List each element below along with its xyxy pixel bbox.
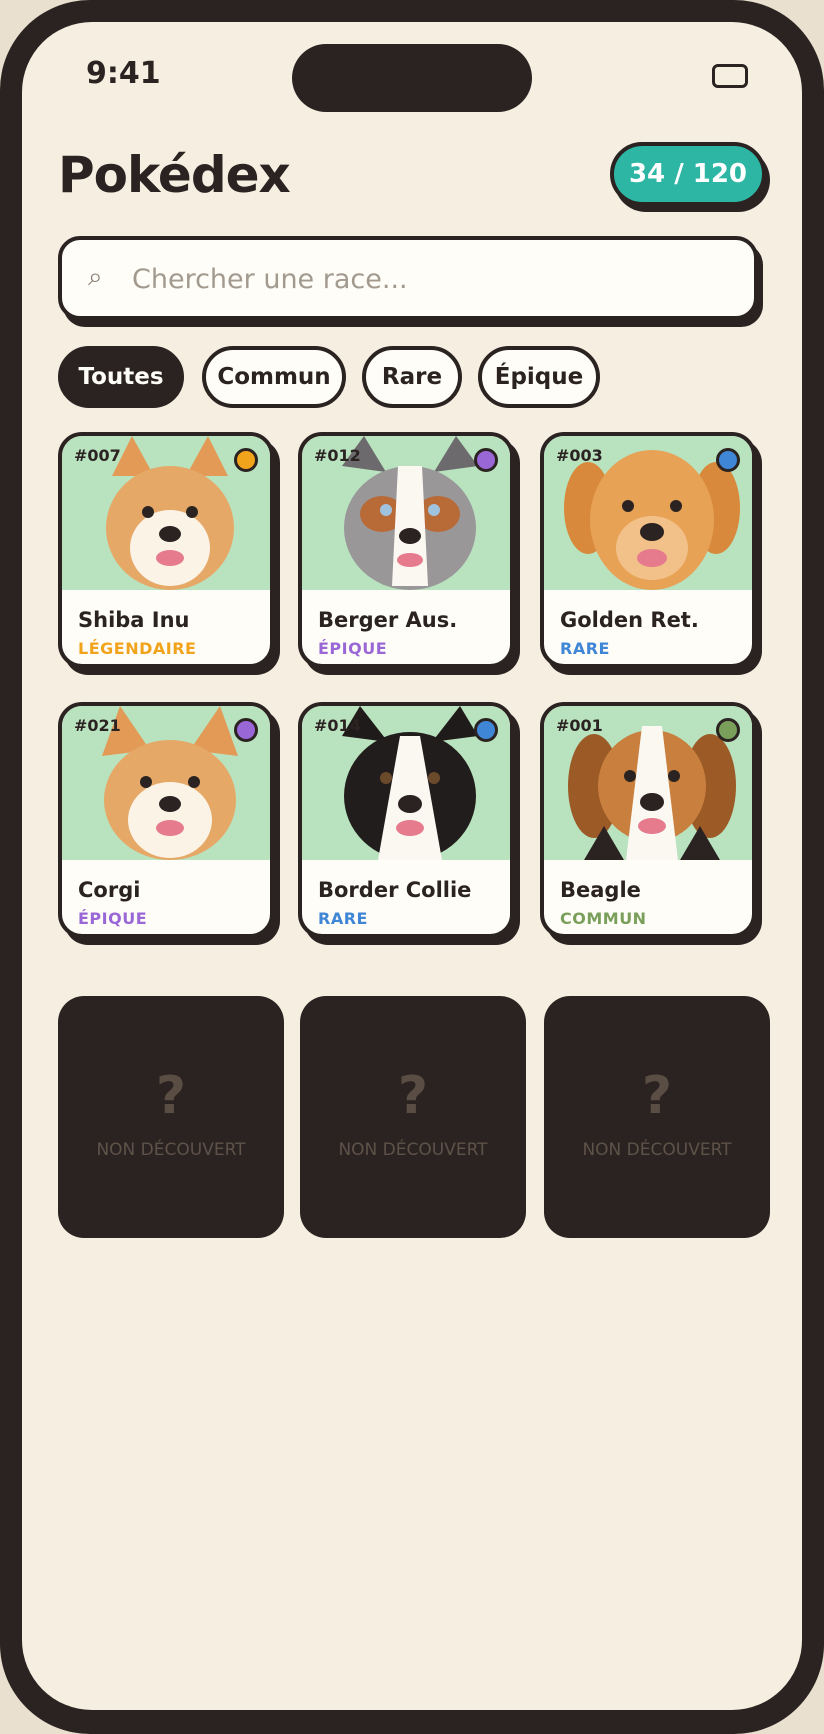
filter-chip-epique[interactable]: Épique — [478, 346, 600, 408]
dog-card[interactable]: #003 Golden Ret. RARE — [540, 432, 756, 668]
locked-card[interactable]: ? NON DÉCOUVERT — [300, 996, 526, 1238]
rarity-dot — [474, 448, 498, 472]
rarity-dot — [716, 448, 740, 472]
locked-label: NON DÉCOUVERT — [338, 1140, 488, 1160]
rarity-label: ÉPIQUE — [78, 909, 148, 928]
question-mark-icon: ? — [155, 1066, 187, 1126]
locked-card[interactable]: ? NON DÉCOUVERT — [544, 996, 770, 1238]
dog-number: #014 — [314, 716, 361, 735]
rarity-dot — [716, 718, 740, 742]
phone-frame: 9:41 Pokédex 34 / 120 ⌕ Toutes Commun Ra… — [0, 0, 824, 1734]
locked-label: NON DÉCOUVERT — [582, 1140, 732, 1160]
dog-card[interactable]: #012 Berger Aus. ÉPIQUE — [298, 432, 514, 668]
page-title: Pokédex — [58, 146, 291, 204]
dog-name: Berger Aus. — [318, 608, 458, 632]
dog-number: #012 — [314, 446, 361, 465]
filter-chip-commun[interactable]: Commun — [202, 346, 346, 408]
dog-name: Border Collie — [318, 878, 472, 902]
locked-card[interactable]: ? NON DÉCOUVERT — [58, 996, 284, 1238]
search-bar[interactable]: ⌕ — [58, 236, 758, 320]
dog-name: Corgi — [78, 878, 141, 902]
battery-icon — [712, 64, 748, 88]
rarity-label: ÉPIQUE — [318, 639, 388, 658]
search-input[interactable] — [130, 250, 734, 308]
filter-chip-rare[interactable]: Rare — [362, 346, 462, 408]
dynamic-island — [292, 44, 532, 112]
dog-number: #007 — [74, 446, 121, 465]
dog-card[interactable]: #007 Shiba Inu LÉGENDAIRE — [58, 432, 274, 668]
dog-name: Golden Ret. — [560, 608, 699, 632]
locked-label: NON DÉCOUVERT — [96, 1140, 246, 1160]
dog-card[interactable]: #021 Corgi ÉPIQUE — [58, 702, 274, 938]
dog-name: Beagle — [560, 878, 641, 902]
rarity-label: RARE — [318, 909, 368, 928]
rarity-label: LÉGENDAIRE — [78, 639, 197, 658]
dog-number: #021 — [74, 716, 121, 735]
dog-number: #003 — [556, 446, 603, 465]
question-mark-icon: ? — [397, 1066, 429, 1126]
rarity-dot — [234, 448, 258, 472]
dog-name: Shiba Inu — [78, 608, 190, 632]
question-mark-icon: ? — [641, 1066, 673, 1126]
dog-card[interactable]: #014 Border Collie RARE — [298, 702, 514, 938]
filter-chip-toutes[interactable]: Toutes — [58, 346, 184, 408]
app-screen: 9:41 Pokédex 34 / 120 ⌕ Toutes Commun Ra… — [22, 22, 802, 1710]
rarity-dot — [234, 718, 258, 742]
rarity-label: RARE — [560, 639, 610, 658]
status-time: 9:41 — [86, 56, 161, 91]
dog-number: #001 — [556, 716, 603, 735]
collection-counter-badge: 34 / 120 — [610, 142, 766, 206]
rarity-dot — [474, 718, 498, 742]
rarity-label: COMMUN — [560, 909, 647, 928]
dog-card[interactable]: #001 Beagle COMMUN — [540, 702, 756, 938]
search-icon: ⌕ — [88, 262, 103, 292]
